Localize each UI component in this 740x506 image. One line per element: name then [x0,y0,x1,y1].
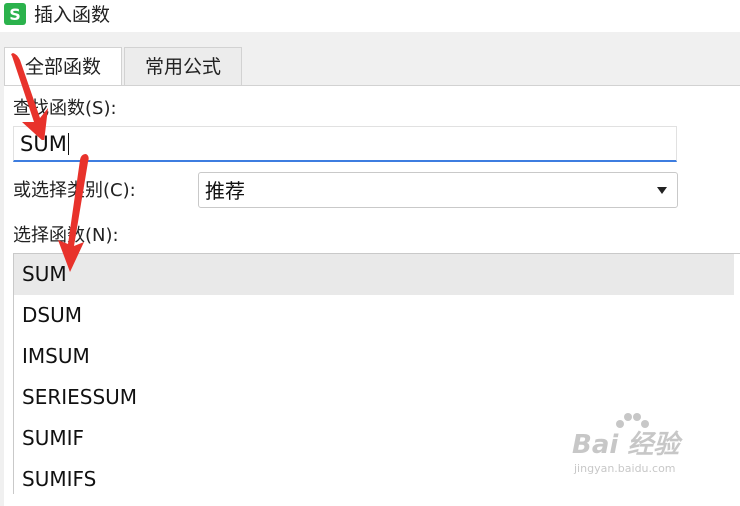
watermark-logo-text: Bai 经验 [572,430,680,460]
search-input[interactable]: SUM [13,126,677,162]
function-item-sum[interactable]: SUM [14,254,734,295]
tab-all-functions[interactable]: 全部函数 [4,47,123,86]
category-label: 或选择类别(C): [13,180,136,201]
search-label: 查找函数(S): [13,98,117,119]
window-title: 插入函数 [34,4,111,26]
chevron-down-icon[interactable] [657,187,667,194]
function-item-imsum[interactable]: IMSUM [14,336,740,377]
title-bar: S 插入函数 [0,0,740,32]
search-input-value: SUM [20,132,67,156]
app-logo-icon: S [4,3,26,25]
watermark: Bai 经验 jingyan.baidu.com [572,412,732,482]
tab-bar: 全部函数 常用公式 [4,47,244,86]
text-caret [67,133,69,155]
function-item-dsum[interactable]: DSUM [14,295,740,336]
category-select[interactable]: 推荐 [198,172,678,208]
watermark-url: jingyan.baidu.com [574,462,676,475]
category-select-value: 推荐 [205,179,245,203]
function-list-label: 选择函数(N): [13,225,119,246]
tab-common-formulas[interactable]: 常用公式 [124,47,243,85]
